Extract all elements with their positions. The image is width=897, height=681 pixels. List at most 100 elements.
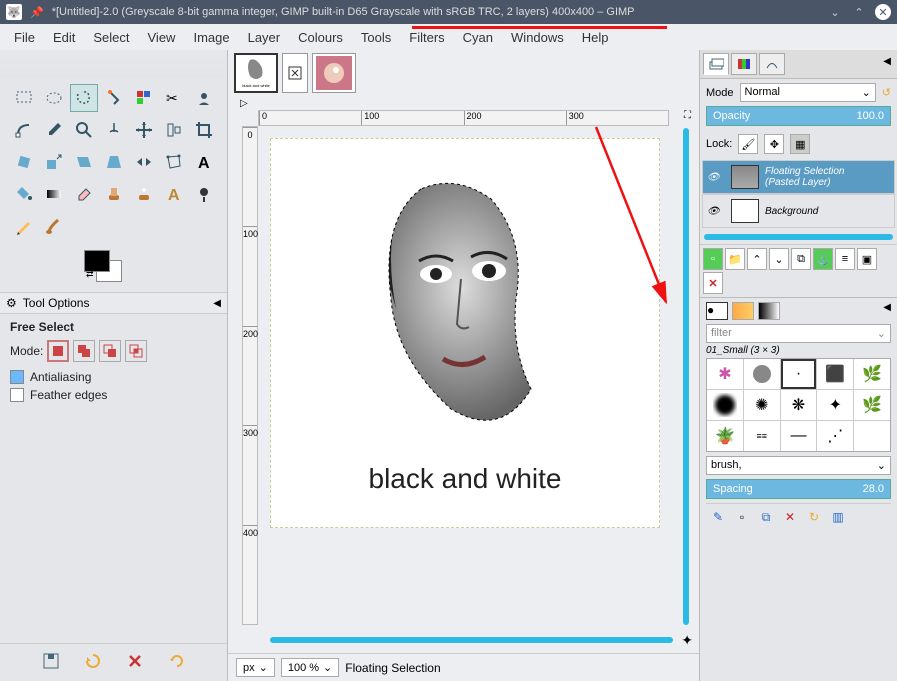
ruler-vertical[interactable]: 0100200300400	[242, 126, 258, 625]
pencil-tool[interactable]	[10, 212, 38, 240]
pin-icon[interactable]: 📌	[30, 6, 44, 19]
new-layer-button[interactable]: ▫	[703, 248, 723, 270]
zoom-fit-icon[interactable]: ⛶	[684, 110, 691, 121]
brush-item[interactable]: ❋	[781, 390, 817, 420]
clone-tool[interactable]	[100, 180, 128, 208]
align-tool[interactable]	[160, 116, 188, 144]
scissors-tool[interactable]: ✂	[160, 84, 188, 112]
unit-selector[interactable]: px⌄	[236, 658, 275, 677]
reset-icon[interactable]	[168, 652, 186, 673]
shear-tool[interactable]	[70, 148, 98, 176]
move-tool[interactable]	[130, 116, 158, 144]
eraser-tool[interactable]	[70, 180, 98, 208]
lock-pixels[interactable]: 🖌	[738, 134, 758, 154]
text-tool[interactable]: A	[190, 148, 218, 176]
raise-layer-button[interactable]: ⌃	[747, 248, 767, 270]
menu-windows[interactable]: Windows	[511, 30, 564, 45]
navigation-icon[interactable]: ✦	[681, 632, 693, 649]
gradients-tab[interactable]	[758, 302, 780, 320]
brush-item[interactable]	[854, 421, 890, 451]
mode-replace[interactable]	[47, 340, 69, 362]
mode-intersect[interactable]	[125, 340, 147, 362]
cage-tool[interactable]	[160, 148, 188, 176]
bucket-fill-tool[interactable]	[10, 180, 38, 208]
dock-menu-icon[interactable]: ◀	[880, 53, 894, 75]
text-tool-2[interactable]: A	[160, 180, 188, 208]
delete-brush-button[interactable]: ✕	[780, 508, 800, 526]
delete-icon[interactable]	[126, 652, 144, 673]
menu-select[interactable]: Select	[93, 30, 129, 45]
mask-button[interactable]: ▣	[857, 248, 877, 270]
brush-item[interactable]: ⬛	[817, 359, 853, 389]
swap-colors-icon[interactable]: ⇄	[86, 269, 94, 280]
brush-item[interactable]: ⋰	[817, 421, 853, 451]
menu-cyan[interactable]: Cyan	[463, 30, 493, 45]
color-swatch[interactable]: ⇄	[84, 250, 122, 282]
new-group-button[interactable]: 📁	[725, 248, 745, 270]
antialiasing-checkbox[interactable]: Antialiasing	[10, 370, 217, 384]
refresh-brushes-button[interactable]: ↻	[804, 508, 824, 526]
color-select-tool[interactable]	[130, 84, 158, 112]
menu-view[interactable]: View	[148, 30, 176, 45]
image-tab-2[interactable]	[312, 53, 356, 93]
brush-item[interactable]: 🪴	[707, 421, 743, 451]
brushes-tab[interactable]: ●	[706, 302, 728, 320]
foreground-select-tool[interactable]	[190, 84, 218, 112]
mode-add[interactable]	[73, 340, 95, 362]
brush-item[interactable]: ≡≡	[744, 421, 780, 451]
brush-item[interactable]: 🌿	[854, 359, 890, 389]
spacing-slider[interactable]: Spacing28.0	[706, 479, 891, 499]
scrollbar-horizontal[interactable]	[270, 637, 673, 643]
brush-filter-input[interactable]: filter⌄	[706, 324, 891, 343]
blend-tool[interactable]	[40, 180, 68, 208]
layer-floating-selection[interactable]: 👁 Floating Selection(Pasted Layer)	[702, 160, 895, 194]
feather-checkbox[interactable]: Feather edges	[10, 388, 217, 402]
brush-item[interactable]	[744, 359, 780, 389]
brush-item[interactable]: ✦	[817, 390, 853, 420]
visibility-icon[interactable]: 👁	[707, 172, 725, 183]
mode-subtract[interactable]	[99, 340, 121, 362]
open-as-image-button[interactable]: ▥	[828, 508, 848, 526]
brush-item[interactable]: ✺	[744, 390, 780, 420]
opacity-slider[interactable]: Opacity 100.0	[706, 106, 891, 126]
menu-tools[interactable]: Tools	[361, 30, 391, 45]
brush-item[interactable]: ✱	[707, 359, 743, 389]
maximize-button[interactable]: ⌃	[851, 4, 867, 20]
ellipse-select-tool[interactable]	[40, 84, 68, 112]
menu-help[interactable]: Help	[582, 30, 609, 45]
brush-dock-menu-icon[interactable]: ◀	[883, 302, 891, 320]
heal-tool[interactable]	[130, 180, 158, 208]
merge-layer-button[interactable]: ≡	[835, 248, 855, 270]
paintbrush-tool[interactable]	[40, 212, 68, 240]
menu-edit[interactable]: Edit	[53, 30, 75, 45]
save-preset-icon[interactable]	[42, 652, 60, 673]
duplicate-brush-button[interactable]: ⧉	[756, 508, 776, 526]
delete-layer-button[interactable]: ✕	[703, 272, 723, 294]
zoom-selector[interactable]: 100 %⌄	[281, 658, 339, 677]
brush-item[interactable]: ·	[781, 359, 817, 389]
image-tab-close[interactable]	[282, 53, 308, 93]
anchor-layer-button[interactable]: ⚓	[813, 248, 833, 270]
menu-layer[interactable]: Layer	[248, 30, 281, 45]
lock-position[interactable]: ✥	[764, 134, 784, 154]
brush-item[interactable]: 🌿	[854, 390, 890, 420]
blend-mode-selector[interactable]: Normal⌄	[740, 83, 876, 102]
brush-item[interactable]: —	[781, 421, 817, 451]
channels-tab[interactable]	[731, 53, 757, 75]
menu-colours[interactable]: Colours	[298, 30, 343, 45]
mode-reset-icon[interactable]: ↺	[882, 86, 891, 99]
close-button[interactable]: ✕	[875, 4, 891, 20]
minimize-button[interactable]: ⌄	[827, 4, 843, 20]
fuzzy-select-tool[interactable]	[100, 84, 128, 112]
color-picker-tool[interactable]	[40, 116, 68, 144]
layers-scrollbar[interactable]	[704, 234, 893, 240]
crop-tool[interactable]	[190, 116, 218, 144]
duplicate-layer-button[interactable]: ⧉	[791, 248, 811, 270]
flip-tool[interactable]	[130, 148, 158, 176]
layers-tab[interactable]	[703, 53, 729, 75]
free-select-tool[interactable]	[70, 84, 98, 112]
panel-menu-icon[interactable]: ◀	[213, 298, 221, 309]
lower-layer-button[interactable]: ⌄	[769, 248, 789, 270]
paths-tab[interactable]	[759, 53, 785, 75]
image-tab-1[interactable]: black and white	[234, 53, 278, 93]
